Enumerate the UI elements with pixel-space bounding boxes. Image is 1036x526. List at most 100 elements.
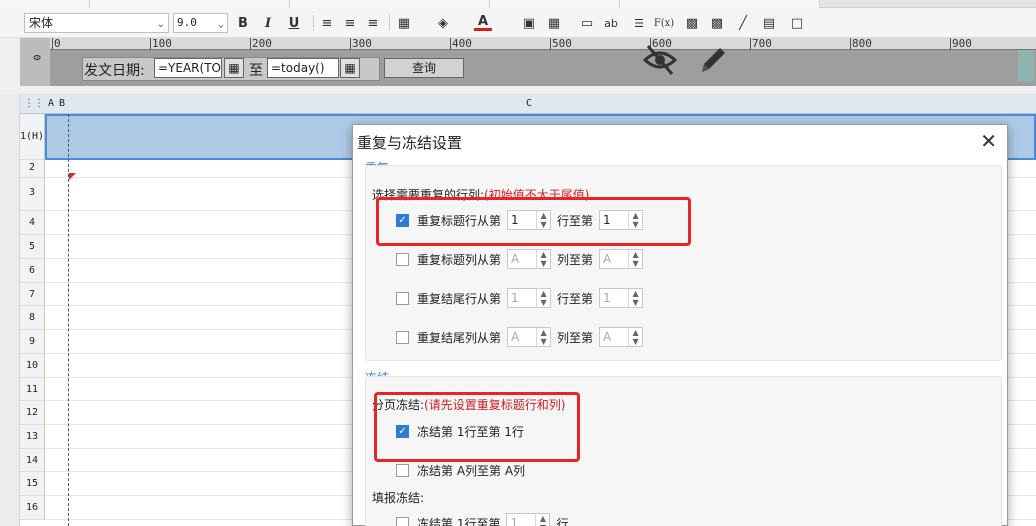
start-date-input[interactable]: =YEAR(TOD [154, 58, 222, 78]
row-header[interactable]: 15 [20, 472, 45, 496]
font-family-value: 宋体 [29, 16, 54, 30]
border-icon[interactable]: ▦ [395, 14, 413, 32]
repeat-title-col-option[interactable]: 重复标题列从第 A ▲ ▼ 列至第 A ▲ ▼ [396, 249, 649, 269]
chevron-up-icon: ▲ [632, 289, 639, 298]
row-header[interactable]: 11 [20, 378, 45, 401]
ruler-tick: 0 [52, 37, 61, 50]
eye-off-icon[interactable] [642, 42, 678, 78]
chevron-up-icon: ▲ [632, 250, 639, 259]
select-all-icon[interactable]: ⋮⋮ [24, 98, 44, 109]
ruler-tick: 200 [250, 37, 272, 50]
image-icon[interactable]: ▩ [683, 14, 701, 32]
underline-button[interactable]: U [285, 14, 303, 32]
repeat-end-row-to-stepper[interactable]: 1 ▲ ▼ [599, 288, 644, 308]
row-header[interactable]: 2 [20, 160, 45, 178]
column-header-b[interactable]: B [59, 98, 65, 109]
fill-freeze-stepper[interactable]: 1▲▼ [506, 513, 551, 526]
font-family-select[interactable]: 宋体 ⌄ [24, 13, 169, 33]
query-button[interactable]: 查询 [384, 58, 464, 78]
fill-freeze-unit: 行 [556, 516, 569, 526]
preview-scroll-marker [1018, 50, 1034, 82]
picture-icon[interactable]: ▩ [708, 14, 726, 32]
fill-freeze-hint: 填报冻结: [372, 491, 425, 505]
repeat-title-col-from-stepper[interactable]: A ▲ ▼ [507, 249, 552, 269]
fill-freeze-label: 冻结第 1行至第 [417, 516, 501, 526]
row-header[interactable]: 8 [20, 306, 45, 330]
align-right-icon[interactable]: ≡ [364, 14, 382, 32]
dialog-title: 重复与冻结设置 [357, 134, 463, 152]
chevron-down-icon: ▼ [540, 337, 547, 346]
fill-color-icon[interactable]: ◈ [434, 14, 452, 32]
column-header-c[interactable]: C [526, 98, 532, 109]
repeat-end-row-option[interactable]: 重复结尾行从第 1 ▲ ▼ 行至第 1 ▲ ▼ [396, 288, 649, 308]
slash-icon[interactable]: ╱ [734, 14, 752, 32]
ruler-tick: 400 [450, 37, 472, 50]
frame-icon[interactable]: □ [788, 14, 806, 32]
row-header[interactable]: 16 [20, 496, 45, 520]
row-header[interactable]: 7 [20, 283, 45, 306]
column-header-a[interactable]: A [48, 98, 54, 109]
chevron-up-icon: ▲ [540, 328, 547, 337]
row-header[interactable]: 5 [20, 235, 45, 259]
repeat-end-col-option[interactable]: 重复结尾列从第 A ▲ ▼ 列至第 A ▲ ▼ [396, 327, 649, 347]
option-mid-label: 行至第 [557, 291, 594, 306]
row-header[interactable]: 13 [20, 425, 45, 449]
repeat-end-row-checkbox[interactable] [396, 291, 409, 305]
chevron-down-icon: ⌄ [217, 19, 224, 30]
repeat-end-row-from-stepper[interactable]: 1 ▲ ▼ [507, 288, 552, 308]
ruler-tick: 300 [350, 37, 372, 50]
repeat-title-col-checkbox[interactable] [396, 252, 409, 266]
option-label: 重复结尾行从第 [417, 291, 502, 306]
row-header[interactable]: 6 [20, 259, 45, 283]
option-label: 重复结尾列从第 [417, 330, 502, 345]
row-header[interactable]: 10 [20, 354, 45, 378]
close-icon[interactable]: ✕ [980, 129, 997, 153]
column-header-bar: ⋮⋮ A B C [20, 94, 1036, 114]
list-icon[interactable]: ☰ [630, 14, 648, 32]
row-header[interactable]: 9 [20, 330, 45, 354]
calendar-icon[interactable]: ▦ [340, 58, 360, 78]
repeat-end-col-from-stepper[interactable]: A ▲ ▼ [507, 327, 552, 347]
font-size-select[interactable]: 9.0 ⌄ [173, 13, 228, 33]
calendar-icon[interactable]: ▦ [224, 58, 244, 78]
bold-button[interactable]: B [234, 14, 252, 32]
toolbar-divider [389, 15, 390, 31]
text-format-button[interactable]: ab [602, 14, 620, 32]
row-header[interactable]: 4 [20, 211, 45, 235]
font-color-button[interactable]: A [474, 14, 492, 31]
repeat-end-col-to-stepper[interactable]: A ▲ ▼ [599, 327, 644, 347]
pencil-icon[interactable] [694, 42, 730, 78]
ruler-tick: 800 [850, 37, 872, 50]
to-label: 至 [249, 63, 263, 79]
option-mid-label: 列至第 [557, 330, 594, 345]
align-left-icon[interactable]: ≡ [318, 14, 336, 32]
row-header[interactable]: 1(H) [20, 114, 45, 160]
formula-button[interactable]: F(x) [654, 14, 674, 32]
text-field-icon[interactable]: ▭ [578, 14, 596, 32]
freeze-col-checkbox[interactable] [396, 463, 409, 477]
left-gutter [0, 94, 20, 526]
end-date-input[interactable]: =today() [267, 58, 339, 78]
freeze-col-option[interactable]: 冻结第 A列至第 A列 [396, 460, 525, 480]
font-size-value: 9.0 [177, 16, 197, 29]
italic-button[interactable]: I [259, 14, 277, 32]
document-icon[interactable]: ▤ [760, 14, 778, 32]
row-header[interactable]: 12 [20, 401, 45, 425]
fill-freeze-option[interactable]: 冻结第 1行至第 1▲▼ 行 [396, 513, 568, 526]
repeat-title-col-to-stepper[interactable]: A ▲ ▼ [599, 249, 644, 269]
parameter-preview-pane: 0 0 100 200 300 400 500 600 700 800 900 … [20, 38, 1036, 86]
chevron-down-icon: ▼ [632, 259, 639, 268]
row-header[interactable]: 14 [20, 449, 45, 472]
merge-cells-icon[interactable]: ▣ [520, 14, 538, 32]
format-toolbar: 宋体 ⌄ 9.0 ⌄ B I U ≡ ≡ ≡ ▦ ◈ A ▣ ▦ ▭ ab ☰ … [0, 8, 1036, 38]
chevron-down-icon: ▼ [540, 259, 547, 268]
fill-freeze-checkbox[interactable] [396, 516, 409, 526]
annotation-highlight-box [376, 197, 691, 246]
align-center-icon[interactable]: ≡ [341, 14, 359, 32]
ruler-tick: 100 [150, 37, 172, 50]
row-header[interactable]: 3 [20, 178, 45, 211]
table-icon[interactable]: ▦ [545, 14, 563, 32]
repeat-end-col-checkbox[interactable] [396, 330, 409, 344]
chevron-up-icon: ▲ [540, 289, 547, 298]
ruler-tick: 700 [750, 37, 772, 50]
